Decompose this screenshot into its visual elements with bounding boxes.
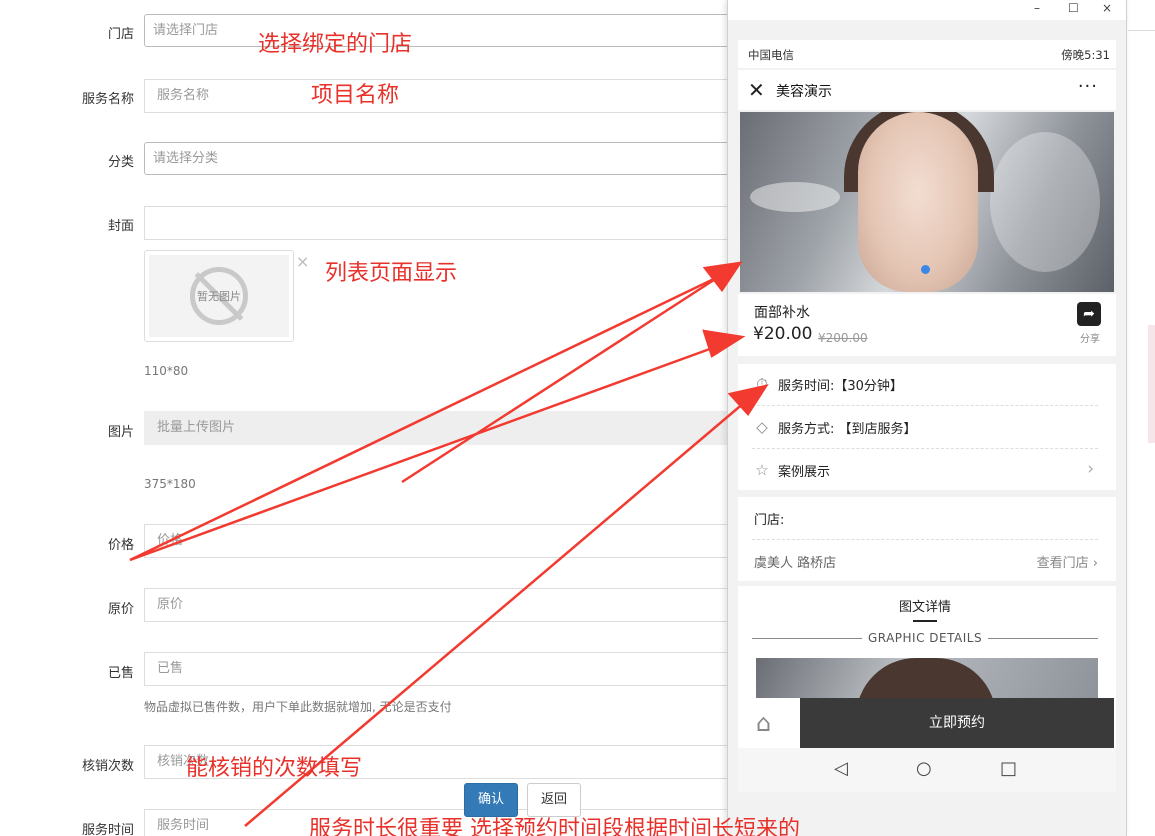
store-label: 门店 — [107, 27, 134, 42]
images-label: 图片 — [107, 425, 134, 440]
store-select[interactable]: 请选择门店 — [144, 14, 744, 47]
window-close-button[interactable]: × — [1102, 1, 1112, 15]
service-name-input[interactable]: 服务名称 — [144, 79, 744, 113]
back-triangle-icon[interactable]: ◁ — [834, 758, 848, 779]
miniapp-navbar: ✕ 美容演示 ··· — [738, 70, 1116, 110]
no-image-icon: 暂无图片 — [190, 267, 248, 325]
annotation-store: 选择绑定的门店 — [258, 32, 413, 57]
store-card: 门店: 虞美人 路桥店 查看门店 › — [738, 497, 1116, 581]
bottom-action-bar: ⌂ 立即预约 — [738, 698, 1116, 748]
category-select[interactable]: 请选择分类 — [144, 142, 744, 175]
diamond-icon: ◇ — [756, 418, 768, 436]
banner-face — [858, 112, 978, 292]
batch-upload-button[interactable]: 批量上传图片 — [144, 411, 744, 445]
water-splash — [750, 182, 840, 212]
detail-title: 图文详情 — [898, 600, 951, 615]
case-show-text: 案例展示 — [778, 465, 831, 480]
annotation-list-display: 列表页面显示 — [325, 261, 458, 286]
original-price-input[interactable]: 原价 — [144, 588, 744, 622]
carrier-text: 中国电信 — [748, 48, 794, 62]
cover-input[interactable] — [144, 206, 744, 240]
stopwatch-icon: ⏱ — [756, 375, 768, 393]
annotation-project-name: 项目名称 — [311, 83, 400, 108]
share-icon[interactable]: ➦ — [1077, 302, 1101, 326]
recents-square-icon[interactable]: □ — [1000, 758, 1017, 779]
android-nav-bar: ◁ ○ □ — [738, 748, 1116, 792]
cover-label: 封面 — [107, 219, 134, 234]
close-icon[interactable]: ✕ — [748, 78, 765, 102]
status-time: 傍晚5:31 — [1061, 48, 1110, 62]
store-name: 虞美人 路桥店 — [754, 556, 837, 571]
annotation-verify: 能核销的次数填写 — [186, 756, 363, 781]
cover-remove-icon[interactable]: × — [296, 252, 309, 271]
chevron-right-icon: › — [1087, 459, 1094, 479]
service-time-text: 服务时间:【30分钟】 — [778, 379, 903, 394]
product-banner[interactable] — [740, 112, 1114, 292]
verify-times-label: 核销次数 — [81, 759, 134, 774]
price-label: 价格 — [107, 538, 134, 553]
original-price-label: 原价 — [107, 602, 134, 617]
detail-card: 图文详情 GRAPHIC DETAILS — [738, 586, 1116, 698]
product-name: 面部补水 — [754, 305, 810, 321]
detail-title-underline — [913, 620, 937, 622]
service-info-card: ⏱ 服务时间:【30分钟】 ◇ 服务方式: 【到店服务】 ☆ 案例展示 › — [738, 364, 1116, 490]
star-icon: ☆ — [755, 461, 769, 479]
cover-placeholder: 暂无图片 — [149, 255, 289, 337]
service-time-label: 服务时间 — [81, 823, 134, 836]
store-divider — [752, 539, 1098, 540]
sold-input[interactable]: 已售 — [144, 652, 744, 686]
share-label[interactable]: 分享 — [1080, 330, 1100, 345]
detail-image — [756, 658, 1098, 698]
view-store-link[interactable]: 查看门店 › — [1037, 552, 1098, 571]
cover-size-hint: 110*80 — [144, 364, 189, 378]
product-card: 面部补水 ¥20.00 ¥200.00 ➦ 分享 — [738, 294, 1116, 356]
book-now-button[interactable]: 立即预约 — [800, 698, 1114, 748]
product-price: ¥20.00 — [753, 324, 813, 344]
water-splash — [990, 132, 1100, 272]
detail-subtitle-wrap: GRAPHIC DETAILS — [738, 631, 1112, 645]
price-input[interactable]: 价格 — [144, 524, 744, 558]
detail-image-hair — [856, 658, 996, 698]
maximize-button[interactable]: ☐ — [1068, 1, 1079, 15]
background-divider — [1128, 30, 1155, 31]
phone-preview-window: – ☐ × 中国电信 傍晚5:31 ✕ 美容演示 ··· 面部补水 ¥20.00… — [727, 0, 1127, 836]
no-image-text: 暂无图片 — [197, 290, 241, 303]
phone-statusbar: 中国电信 傍晚5:31 — [738, 40, 1116, 68]
cover-preview[interactable]: 暂无图片 — [144, 250, 294, 342]
category-label: 分类 — [107, 155, 134, 170]
more-icon[interactable]: ··· — [1078, 76, 1098, 97]
store-heading: 门店: — [754, 513, 785, 528]
service-name-label: 服务名称 — [81, 92, 134, 107]
service-mode-row: ◇ 服务方式: 【到店服务】 — [752, 407, 1098, 449]
case-show-row[interactable]: ☆ 案例展示 › — [752, 450, 1098, 492]
product-original-price: ¥200.00 — [818, 331, 868, 345]
home-icon[interactable]: ⌂ — [756, 709, 771, 737]
annotation-service-time: 服务时长很重要 选择预约时间段根据时间长短来的 — [309, 817, 800, 836]
page-title: 美容演示 — [776, 84, 832, 100]
sold-label: 已售 — [107, 666, 134, 681]
service-mode-text: 服务方式: 【到店服务】 — [778, 422, 917, 437]
detail-subtitle: GRAPHIC DETAILS — [861, 631, 989, 645]
arrow-line-banner — [401, 274, 721, 484]
sold-hint: 物品虚拟已售件数，用户下单此数据就增加, 无论是否支付 — [144, 700, 452, 714]
minimize-button[interactable]: – — [1034, 1, 1040, 15]
images-size-hint: 375*180 — [144, 477, 196, 491]
view-store-text: 查看门店 — [1036, 556, 1089, 571]
carousel-indicator[interactable] — [921, 265, 930, 274]
home-circle-icon[interactable]: ○ — [916, 758, 932, 779]
background-highlight — [1148, 325, 1155, 443]
window-titlebar: – ☐ × — [728, 0, 1126, 20]
service-time-row: ⏱ 服务时间:【30分钟】 — [752, 364, 1098, 406]
